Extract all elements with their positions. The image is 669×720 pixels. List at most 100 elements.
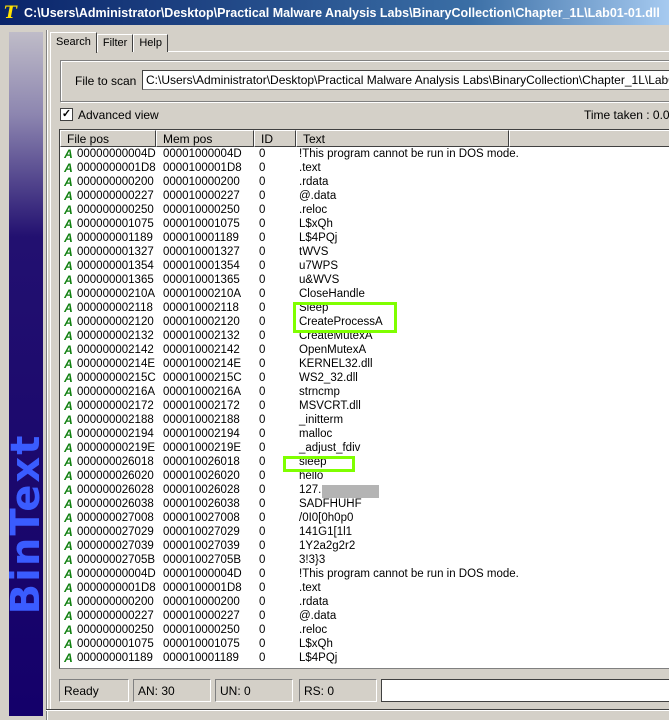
mem-pos: 000010000227 bbox=[163, 610, 240, 622]
table-row[interactable]: A 000000001075 000010001075 0 L$xQh bbox=[60, 217, 669, 231]
table-row[interactable]: A 00000000216A 00001000216A 0 strncmp bbox=[60, 385, 669, 399]
table-row[interactable]: A 000000002188 000010002188 0 _initterm bbox=[60, 413, 669, 427]
advanced-view-checkbox[interactable]: ✓ bbox=[60, 108, 73, 121]
text: 127. bbox=[299, 484, 322, 496]
table-row[interactable]: A 000000000200 000010000200 0 .rdata bbox=[60, 175, 669, 189]
file-to-scan-input[interactable]: C:\Users\Administrator\Desktop\Practical… bbox=[142, 70, 669, 90]
text: !This program cannot be run in DOS mode. bbox=[299, 148, 519, 160]
ascii-type-icon: A bbox=[64, 189, 73, 203]
tab-help[interactable]: Help bbox=[133, 34, 168, 52]
table-row[interactable]: A 000000000200 000010000200 0 .rdata bbox=[60, 595, 669, 609]
table-row[interactable]: A 000000026018 000010026018 0 sleep bbox=[60, 455, 669, 469]
table-row[interactable]: A 00000000004D 00001000004D 0 !This program … bbox=[60, 567, 669, 581]
ascii-type-icon: A bbox=[64, 203, 73, 217]
table-row[interactable]: A 000000026020 000010026020 0 hello bbox=[60, 469, 669, 483]
id: 0 bbox=[259, 316, 266, 328]
table-row[interactable]: A 000000001365 000010001365 0 u&WVS bbox=[60, 273, 669, 287]
highlight-box bbox=[293, 302, 397, 333]
id: 0 bbox=[259, 568, 266, 580]
table-row[interactable]: A 0000000001D8 0000100001D8 0 .text bbox=[60, 161, 669, 175]
mem-pos: 000010001189 bbox=[163, 652, 239, 664]
table-row[interactable]: A 00000000214E 00001000214E 0 KERNEL32.dll bbox=[60, 357, 669, 371]
id: 0 bbox=[259, 246, 266, 258]
mem-pos: 000010001189 bbox=[163, 232, 239, 244]
id: 0 bbox=[259, 162, 266, 174]
text: .reloc bbox=[299, 624, 328, 636]
highlight-box bbox=[283, 456, 355, 472]
mem-pos: 00001000214E bbox=[163, 358, 242, 370]
results-list[interactable]: File pos Mem pos ID Text A 00000000004D 00… bbox=[59, 129, 669, 669]
table-row[interactable]: A 000000000250 000010000250 0 .reloc bbox=[60, 623, 669, 637]
column-file-pos[interactable]: File pos bbox=[60, 130, 156, 147]
id: 0 bbox=[259, 190, 266, 202]
table-row[interactable]: A 000000027029 000010027029 0 141G1[1l1 bbox=[60, 525, 669, 539]
table-row[interactable]: A 000000001354 000010001354 0 u7WPS bbox=[60, 259, 669, 273]
ascii-type-icon: A bbox=[64, 315, 73, 329]
advanced-view-label[interactable]: Advanced view bbox=[78, 108, 159, 122]
text: strncmp bbox=[299, 386, 340, 398]
file-pos: 000000001327 bbox=[77, 246, 154, 258]
id: 0 bbox=[259, 638, 266, 650]
id: 0 bbox=[259, 288, 266, 300]
table-row[interactable]: A 00000000219E 00001000219E 0 _adjust_fdiv bbox=[60, 441, 669, 455]
file-pos: 0000000001D8 bbox=[77, 162, 156, 174]
ascii-type-icon: A bbox=[64, 497, 73, 511]
table-row[interactable]: A 00000002705B 00001002705B 0 3!3}3 bbox=[60, 553, 669, 567]
ascii-type-icon: A bbox=[64, 343, 73, 357]
table-row[interactable]: A 00000000004D 00001000004D 0 !This program … bbox=[60, 147, 669, 161]
table-row[interactable]: A 000000000227 000010000227 0 @.data bbox=[60, 189, 669, 203]
file-pos: 00000000004D bbox=[77, 568, 156, 580]
table-row[interactable]: A 0000000001D8 0000100001D8 0 .text bbox=[60, 581, 669, 595]
table-row[interactable]: A 000000000250 000010000250 0 .reloc bbox=[60, 203, 669, 217]
table-row[interactable]: A 000000002172 000010002172 0 MSVCRT.dll bbox=[60, 399, 669, 413]
ascii-type-icon: A bbox=[64, 539, 73, 553]
table-row[interactable]: A 000000027039 000010027039 0 1Y2a2g2r2 bbox=[60, 539, 669, 553]
table-row[interactable]: A 000000001075 000010001075 0 L$xQh bbox=[60, 637, 669, 651]
text: /0I0[0h0p0 bbox=[299, 512, 354, 524]
mem-pos: 000010002188 bbox=[163, 414, 240, 426]
file-pos: 000000026020 bbox=[77, 470, 154, 482]
file-pos: 000000001075 bbox=[77, 218, 154, 230]
mem-pos: 000010001075 bbox=[163, 218, 240, 230]
id: 0 bbox=[259, 624, 266, 636]
table-row[interactable]: A 000000027008 000010027008 0/0I0[0h0p0 bbox=[60, 511, 669, 525]
tab-filter[interactable]: Filter bbox=[96, 34, 134, 52]
status-message-field bbox=[381, 679, 669, 702]
column-mem-pos[interactable]: Mem pos bbox=[156, 130, 254, 147]
mem-pos: 0000100001D8 bbox=[163, 162, 242, 174]
mem-pos: 00001000210A bbox=[163, 288, 242, 300]
ascii-type-icon: A bbox=[64, 175, 73, 189]
id: 0 bbox=[259, 414, 266, 426]
table-row[interactable]: A 000000026038 000010026038 0 SADFHUHF bbox=[60, 497, 669, 511]
table-row[interactable]: A 00000000210A 00001000210A 0 CloseHandle bbox=[60, 287, 669, 301]
table-row[interactable]: A 000000002194 000010002194 0 malloc bbox=[60, 427, 669, 441]
column-id[interactable]: ID bbox=[254, 130, 296, 147]
ascii-type-icon: A bbox=[64, 567, 73, 581]
table-row[interactable]: A 000000001189 000010001189 0 L$4PQj bbox=[60, 651, 669, 665]
id: 0 bbox=[259, 428, 266, 440]
ascii-type-icon: A bbox=[64, 595, 73, 609]
table-row[interactable]: A 00000000215C 00001000215C 0 WS2_32.dll bbox=[60, 371, 669, 385]
ascii-type-icon: A bbox=[64, 581, 73, 595]
table-row[interactable]: A 000000002142 000010002142 0 OpenMutexA bbox=[60, 343, 669, 357]
mem-pos: 000010027008 bbox=[163, 512, 240, 524]
table-row[interactable]: A 000000000227 000010000227 0 @.data bbox=[60, 609, 669, 623]
text: u7WPS bbox=[299, 260, 338, 272]
file-pos: 00000000219E bbox=[77, 442, 156, 454]
text: 1Y2a2g2r2 bbox=[299, 540, 356, 552]
ascii-type-icon: A bbox=[64, 371, 73, 385]
ascii-type-icon: A bbox=[64, 455, 73, 469]
file-pos: 000000027029 bbox=[77, 526, 154, 538]
bintext-brand-banner: BinText bbox=[9, 32, 43, 716]
id: 0 bbox=[259, 274, 266, 286]
ascii-type-icon: A bbox=[64, 651, 73, 665]
ascii-type-icon: A bbox=[64, 231, 73, 245]
mem-pos: 000010000200 bbox=[163, 176, 240, 188]
ascii-type-icon: A bbox=[64, 483, 73, 497]
table-row[interactable]: A 000000001189 000010001189 0 L$4PQj bbox=[60, 231, 669, 245]
table-row[interactable]: A 000000001327 000010001327 0 tWVS bbox=[60, 245, 669, 259]
column-text[interactable]: Text bbox=[296, 130, 509, 147]
ascii-type-icon: A bbox=[64, 329, 73, 343]
tab-search[interactable]: Search bbox=[50, 32, 97, 53]
status-rs: RS: 0 bbox=[299, 679, 377, 702]
